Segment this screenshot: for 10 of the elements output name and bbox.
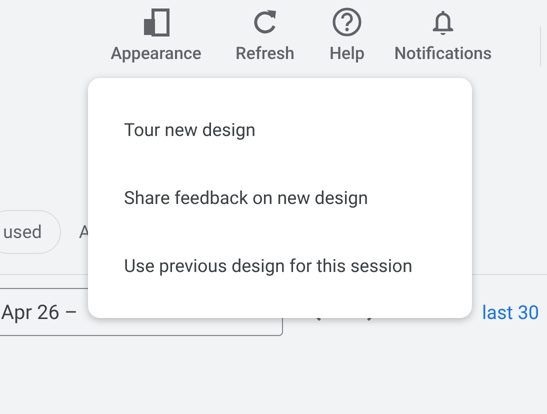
toolbar-button[interactable]: Help (314, 6, 380, 64)
toolbar-button[interactable]: Appearance (96, 6, 216, 64)
menu-item[interactable]: Share feedback on new design (88, 164, 472, 232)
menu-item[interactable]: Tour new design (88, 96, 472, 164)
menu-item[interactable]: Use previous design for this session (88, 232, 472, 300)
filter-chip[interactable]: used (0, 210, 61, 254)
toolbar-button[interactable]: Notifications (380, 6, 506, 64)
show-range-link[interactable]: last 30 (482, 299, 540, 328)
toolbar-button[interactable]: Refresh (216, 6, 314, 64)
help-icon (331, 6, 363, 38)
